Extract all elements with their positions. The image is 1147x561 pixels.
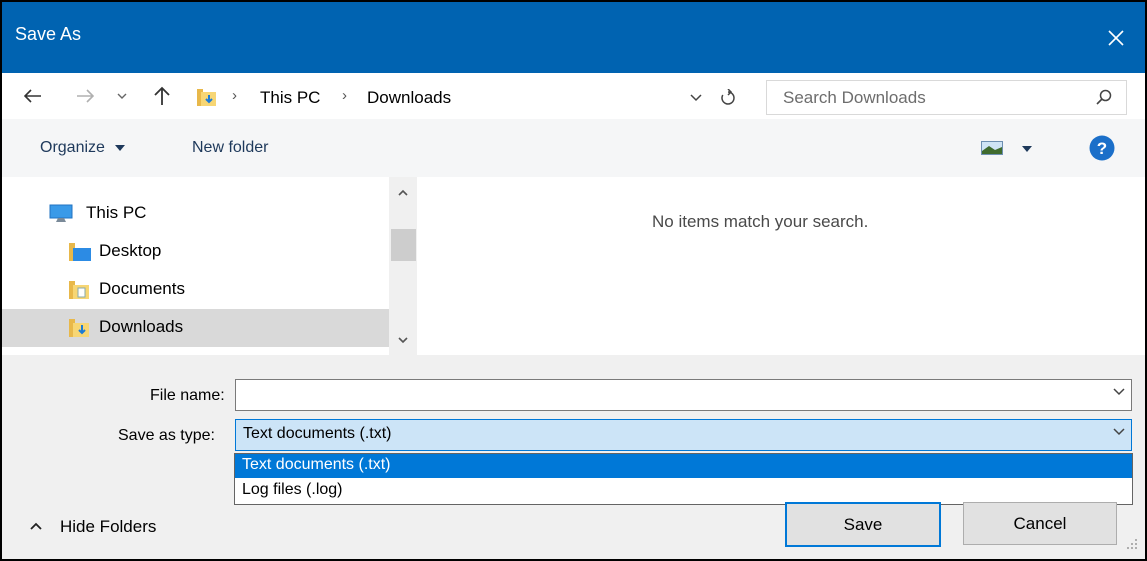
up-arrow-icon [154, 86, 170, 105]
save-button[interactable]: Save [785, 502, 941, 547]
save-type-dropdown-list: Text documents (.txt) Log files (.log) [234, 453, 1133, 505]
empty-message: No items match your search. [652, 212, 869, 231]
desktop-folder-icon [69, 243, 91, 261]
nav-label: Desktop [99, 241, 162, 260]
back-arrow-icon [24, 89, 41, 103]
breadcrumb-downloads[interactable]: Downloads [367, 88, 451, 108]
scroll-up-icon[interactable] [398, 189, 408, 196]
scroll-down-icon[interactable] [398, 337, 408, 344]
recent-locations-button[interactable] [107, 81, 137, 111]
chevron-down-icon[interactable] [1113, 428, 1125, 436]
organize-label: Organize [40, 139, 105, 156]
nav-item-this-pc[interactable]: This PC [2, 195, 389, 233]
scroll-thumb[interactable] [391, 229, 416, 261]
organize-button[interactable]: Organize [40, 139, 126, 157]
nav-item-downloads[interactable]: Downloads [2, 309, 389, 347]
save-type-value: Text documents (.txt) [243, 425, 392, 442]
nav-label: Documents [99, 279, 185, 298]
navigation-pane: This PC Desktop Documents Downloads [2, 177, 389, 355]
file-name-label: File name: [150, 387, 225, 404]
documents-folder-icon [69, 281, 89, 299]
resize-grip-icon[interactable] [1126, 538, 1138, 550]
help-icon[interactable]: ? [1089, 135, 1115, 161]
save-type-option-label: Log files (.log) [242, 481, 343, 498]
close-button[interactable] [1087, 2, 1145, 73]
refresh-icon[interactable] [720, 89, 736, 106]
nav-scrollbar[interactable] [389, 177, 417, 355]
save-as-dialog: Save As › This PC › Downloads Search Dow… [0, 0, 1147, 561]
search-box[interactable]: Search Downloads [766, 80, 1127, 115]
save-type-label: Save as type: [118, 427, 215, 444]
hide-folders-label: Hide Folders [60, 517, 157, 536]
breadcrumb-this-pc[interactable]: This PC [260, 88, 320, 108]
address-box[interactable]: › This PC › Downloads [188, 80, 753, 114]
nav-item-documents[interactable]: Documents [2, 271, 389, 309]
downloads-folder-icon [69, 319, 89, 337]
chevron-down-icon[interactable] [1113, 388, 1125, 396]
breadcrumb-separator-icon: › [342, 87, 347, 104]
file-list-pane[interactable]: No items match your search. [417, 177, 1145, 355]
address-dropdown-icon[interactable] [690, 94, 702, 102]
command-bar: Organize New folder ? [2, 119, 1145, 177]
view-thumbnail-icon [981, 141, 1003, 155]
chevron-up-icon [30, 522, 42, 530]
view-options-button[interactable] [981, 139, 1041, 159]
caret-down-icon [1022, 146, 1032, 152]
search-input[interactable]: Search Downloads [783, 88, 926, 108]
save-type-option[interactable]: Log files (.log) [235, 479, 1132, 503]
search-icon [1096, 89, 1112, 105]
cancel-button[interactable]: Cancel [963, 502, 1117, 545]
forward-arrow-icon [77, 89, 94, 103]
nav-label: Downloads [99, 317, 184, 336]
address-bar: › This PC › Downloads Search Downloads [2, 73, 1145, 119]
hide-folders-button[interactable]: Hide Folders [20, 508, 200, 544]
breadcrumb-separator-icon: › [232, 87, 237, 104]
nav-item-desktop[interactable]: Desktop [2, 233, 389, 271]
save-type-option[interactable]: Text documents (.txt) [235, 454, 1132, 478]
chevron-down-icon [117, 93, 127, 99]
new-folder-button[interactable]: New folder [192, 139, 268, 157]
save-type-select[interactable]: Text documents (.txt) [235, 419, 1132, 451]
title-bar: Save As [2, 2, 1145, 73]
back-button[interactable] [18, 81, 48, 111]
file-name-field[interactable] [235, 379, 1132, 411]
caret-down-icon [115, 144, 126, 151]
close-icon [1108, 29, 1124, 46]
downloads-folder-icon [197, 89, 216, 106]
save-type-option-label: Text documents (.txt) [242, 456, 391, 473]
window-title: Save As [15, 24, 82, 44]
computer-icon [49, 204, 73, 222]
up-button[interactable] [147, 81, 177, 111]
nav-label: This PC [86, 203, 147, 222]
svg-text:?: ? [1097, 139, 1107, 158]
forward-button[interactable] [70, 81, 100, 111]
